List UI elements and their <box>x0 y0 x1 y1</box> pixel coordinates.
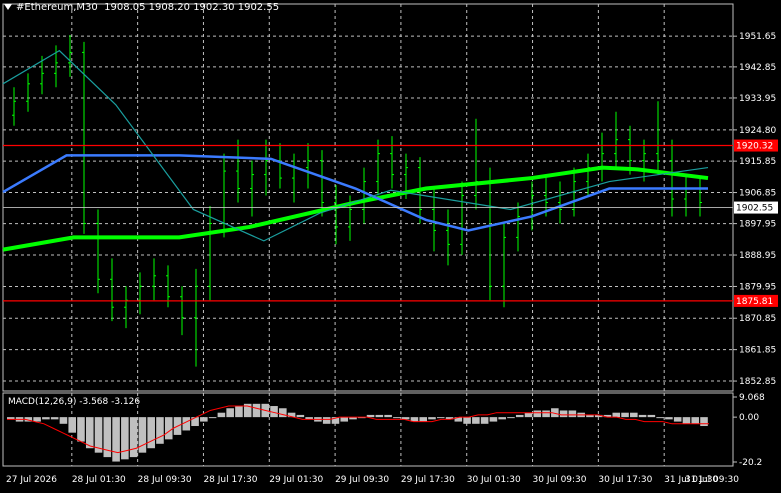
macd-histogram-bar <box>279 408 287 418</box>
macd-values: -3.568 -3.126 <box>79 397 141 407</box>
macd-histogram-bar <box>568 410 577 418</box>
time-tick-label: 28 Jul 01:30 <box>72 475 126 485</box>
macd-histogram-bar <box>428 417 436 420</box>
macd-histogram-bar <box>68 417 76 433</box>
macd-histogram-bar <box>112 417 120 462</box>
macd-histogram-bar <box>393 417 401 419</box>
macd-histogram-bar <box>375 414 384 418</box>
macd-histogram-bar <box>682 417 691 424</box>
macd-histogram-bar <box>542 410 550 418</box>
macd-histogram-bar <box>498 417 506 420</box>
macd-histogram-bar <box>42 417 50 420</box>
price-tick-label: 1897.95 <box>739 220 776 230</box>
macd-histogram-bar <box>463 417 471 424</box>
macd-histogram-bar <box>533 410 542 418</box>
macd-histogram-bar <box>700 417 708 427</box>
macd-histogram-bar <box>384 414 392 418</box>
time-tick-label: 30 Jul 17:30 <box>598 475 652 485</box>
macd-histogram-bar <box>200 417 208 422</box>
macd-histogram-bar <box>208 417 217 419</box>
macd-histogram-bar <box>656 417 664 419</box>
ohlc-readout: 1908.05 1908.20 1902.30 1902.55 <box>104 2 280 13</box>
macd-histogram-bar <box>296 414 305 418</box>
macd-histogram-bar <box>472 417 480 424</box>
macd-histogram-bar <box>638 414 647 418</box>
macd-histogram-bar <box>322 417 331 424</box>
macd-histogram-bar <box>50 417 59 420</box>
time-tick-label: 31 Jul 09:30 <box>685 475 739 485</box>
symbol-label: #Ethereum,M30 <box>16 2 98 13</box>
time-tick-label: 30 Jul 09:30 <box>533 475 587 485</box>
macd-histogram-bar <box>164 417 173 440</box>
price-tick-label: 1861.85 <box>739 346 776 356</box>
current-price-label: 1902.55 <box>736 204 773 214</box>
macd-histogram-bar <box>507 417 515 419</box>
macd-histogram-bar <box>673 417 682 422</box>
macd-tick-label: 0.00 <box>739 413 759 423</box>
time-tick-label: 29 Jul 01:30 <box>269 475 323 485</box>
macd-histogram-bar <box>647 414 656 418</box>
macd-histogram-bar <box>191 417 199 427</box>
price-tick-label: 1879.95 <box>739 282 776 292</box>
time-tick-label: 30 Jul 01:30 <box>467 475 521 485</box>
macd-histogram-bar <box>480 417 489 424</box>
macd-histogram-bar <box>419 417 427 422</box>
time-tick-label: 27 Jul 2026 <box>6 475 57 485</box>
price-level-label: 1875.81 <box>736 297 773 307</box>
macd-histogram-bar <box>85 417 94 449</box>
macd-histogram-bar <box>77 417 85 442</box>
macd-histogram-bar <box>33 417 41 422</box>
chart-window[interactable]: 27 Jul 2026 28 Jul 01:30 28 Jul 09:30 28 Ju… <box>0 0 781 489</box>
price-tick-label: 1852.85 <box>739 377 776 387</box>
macd-tick-label: 9.068 <box>739 393 765 403</box>
macd-histogram-bar <box>340 417 349 422</box>
macd-histogram-bar <box>121 417 129 460</box>
price-level-label: 1920.32 <box>736 142 773 152</box>
macd-histogram-bar <box>515 414 524 418</box>
price-tick-label: 1888.95 <box>739 251 776 261</box>
dropdown-arrow-icon[interactable] <box>4 4 12 10</box>
macd-label: MACD(12,26,9) -3.568 -3.126 <box>8 397 140 407</box>
macd-tick-label: -20.2 <box>739 458 762 468</box>
macd-histogram-bar <box>621 412 629 418</box>
price-tick-label: 1870.85 <box>739 314 776 324</box>
macd-histogram-bar <box>630 412 638 418</box>
time-tick-label: 29 Jul 09:30 <box>335 475 389 485</box>
macd-histogram-bar <box>691 417 700 424</box>
time-tick-label: 29 Jul 17:30 <box>401 475 455 485</box>
macd-title: MACD(12,26,9) <box>8 397 77 407</box>
macd-histogram-bar <box>217 412 226 418</box>
macd-histogram-bar <box>559 410 568 418</box>
price-tick-label: 1942.85 <box>739 63 776 73</box>
macd-histogram-bar <box>489 417 498 422</box>
symbol-header: #Ethereum,M30 1908.05 1908.20 1902.30 19… <box>4 2 279 13</box>
macd-histogram-bar <box>156 417 164 444</box>
macd-histogram-bar <box>59 417 68 424</box>
macd-histogram-bar <box>612 412 621 418</box>
macd-histogram-bar <box>129 417 138 458</box>
chart-canvas[interactable]: 27 Jul 2026 28 Jul 01:30 28 Jul 09:30 28 Ju… <box>0 0 781 489</box>
macd-histogram-bar <box>524 412 533 418</box>
macd-histogram-bar <box>665 417 673 420</box>
macd-histogram-bar <box>436 417 445 419</box>
price-tick-label: 1915.85 <box>739 157 776 167</box>
macd-histogram-bar <box>252 403 261 418</box>
macd-histogram-bar <box>226 408 234 418</box>
macd-histogram-bar <box>235 406 243 418</box>
macd-histogram-bar <box>138 417 147 453</box>
price-tick-label: 1951.65 <box>739 32 776 42</box>
price-tick-label: 1906.85 <box>739 189 776 199</box>
price-tick-label: 1933.95 <box>739 94 776 104</box>
time-tick-label: 28 Jul 17:30 <box>203 475 257 485</box>
macd-histogram-bar <box>147 417 155 449</box>
time-tick-label: 28 Jul 09:30 <box>138 475 192 485</box>
price-tick-label: 1924.80 <box>739 126 776 136</box>
